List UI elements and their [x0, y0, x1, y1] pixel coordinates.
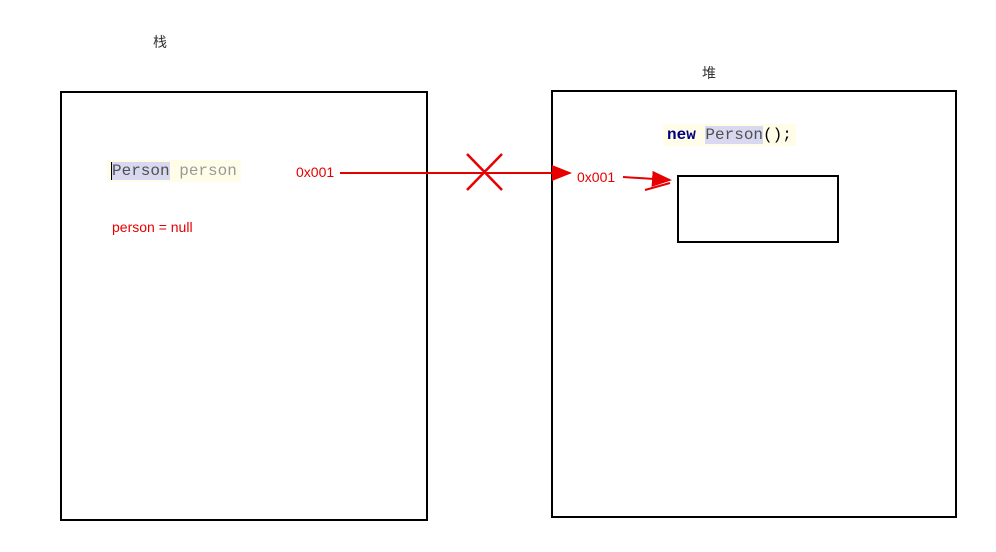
heap-code-type: Person: [705, 126, 763, 144]
heap-address: 0x001: [577, 169, 615, 185]
stack-code: Person person: [107, 160, 241, 182]
heap-box: [551, 90, 957, 518]
heap-object-box: [677, 175, 839, 243]
heap-label: 堆: [702, 63, 716, 83]
heap-code-suffix: ();: [763, 126, 792, 144]
stack-code-var: person: [179, 162, 237, 180]
heap-code: new Person();: [663, 124, 796, 146]
x-mark-line-2: [467, 154, 502, 190]
null-assignment: person = null: [112, 219, 193, 235]
stack-address: 0x001: [296, 164, 334, 180]
x-mark-line-1: [467, 154, 502, 190]
stack-label: 栈: [153, 32, 167, 52]
heap-code-keyword: new: [667, 126, 696, 144]
stack-box: [60, 91, 428, 521]
stack-code-type: Person: [112, 162, 170, 180]
